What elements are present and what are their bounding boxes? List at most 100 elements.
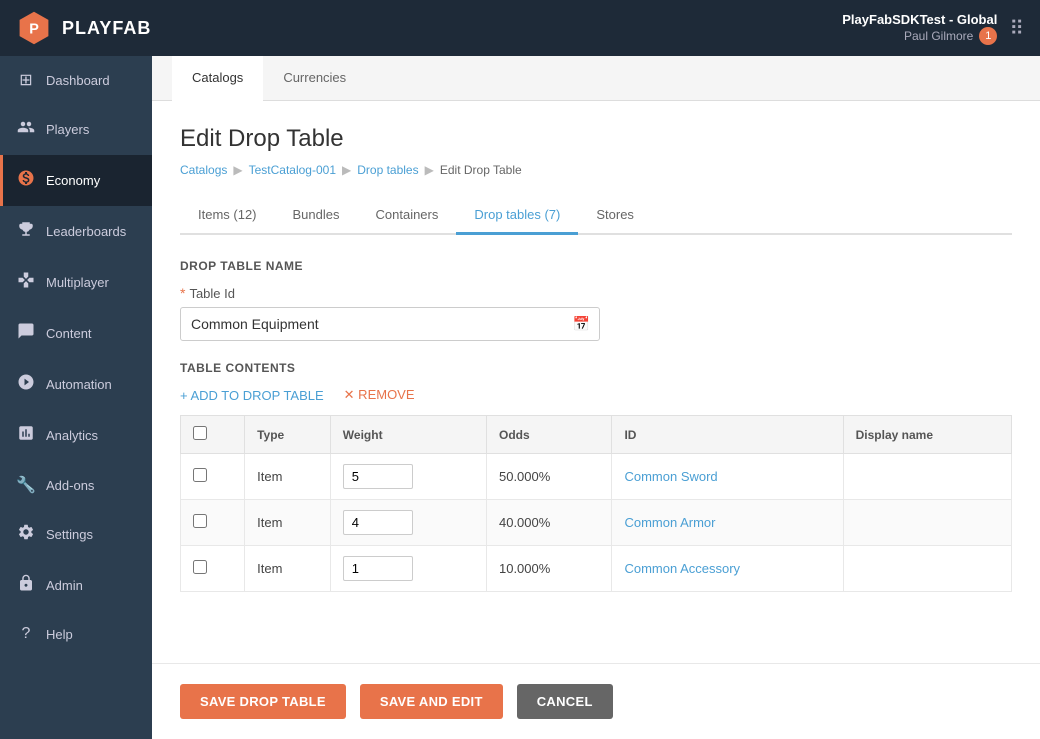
header-user-sub: Paul Gilmore 1: [842, 27, 997, 45]
row-1-type: Item: [245, 454, 331, 500]
table-row: Item 50.000% Common Sword: [181, 454, 1012, 500]
required-star: *: [180, 285, 185, 301]
content-area: Catalogs Currencies Edit Drop Table Cata…: [152, 56, 1040, 739]
sidebar-item-addons[interactable]: 🔧 Add-ons: [0, 461, 152, 509]
row-2-id-link[interactable]: Common Armor: [624, 515, 715, 530]
breadcrumb: Catalogs ▶ TestCatalog-001 ▶ Drop tables…: [180, 163, 1012, 177]
select-all-checkbox[interactable]: [193, 426, 207, 440]
row-1-odds: 50.000%: [486, 454, 611, 500]
field-table-id-label: * Table Id: [180, 285, 1012, 301]
admin-icon: [16, 574, 36, 597]
row-checkbox-cell: [181, 500, 245, 546]
tab-droptables[interactable]: Drop tables (7): [456, 197, 578, 235]
section-table-contents: TABLE CONTENTS: [180, 361, 1012, 375]
remove-button[interactable]: ✕ REMOVE: [344, 387, 415, 403]
sidebar-item-label: Content: [46, 326, 92, 341]
col-checkbox: [181, 416, 245, 454]
breadcrumb-sep-1: ▶: [233, 163, 242, 177]
row-checkbox-cell: [181, 546, 245, 592]
main-layout: ⊞ Dashboard Players Economy Leaderboards: [0, 56, 1040, 739]
cancel-button[interactable]: CANCEL: [517, 684, 613, 719]
footer-actions: SAVE DROP TABLE SAVE AND EDIT CANCEL: [152, 663, 1040, 739]
add-to-drop-table-button[interactable]: + ADD TO DROP TABLE: [180, 388, 324, 403]
row-3-id-link[interactable]: Common Accessory: [624, 561, 740, 576]
col-display-name: Display name: [843, 416, 1011, 454]
tab-containers[interactable]: Containers: [358, 197, 457, 235]
row-3-type: Item: [245, 546, 331, 592]
sidebar-item-dashboard[interactable]: ⊞ Dashboard: [0, 56, 152, 104]
row-2-display-name: [843, 500, 1011, 546]
sidebar-item-help[interactable]: ? Help: [0, 611, 152, 657]
row-2-weight-input[interactable]: [343, 510, 413, 535]
analytics-icon: [16, 424, 36, 447]
sidebar-item-multiplayer[interactable]: Multiplayer: [0, 257, 152, 308]
row-3-odds: 10.000%: [486, 546, 611, 592]
sidebar-item-economy[interactable]: Economy: [0, 155, 152, 206]
sidebar-item-automation[interactable]: Automation: [0, 359, 152, 410]
row-3-display-name: [843, 546, 1011, 592]
sidebar-item-label: Automation: [46, 377, 112, 392]
settings-icon: [16, 523, 36, 546]
row-1-display-name: [843, 454, 1011, 500]
row-2-id: Common Armor: [612, 500, 843, 546]
tab-catalogs[interactable]: Catalogs: [172, 56, 263, 101]
grid-icon[interactable]: ⠿: [1009, 16, 1024, 41]
table-actions: + ADD TO DROP TABLE ✕ REMOVE: [180, 387, 1012, 403]
save-and-edit-button[interactable]: SAVE AND EDIT: [360, 684, 503, 719]
drop-table-contents: Type Weight Odds ID Display name Item 50…: [180, 415, 1012, 592]
logo-icon: P: [16, 10, 52, 46]
breadcrumb-testcatalog[interactable]: TestCatalog-001: [249, 163, 336, 177]
row-3-weight-input[interactable]: [343, 556, 413, 581]
col-weight: Weight: [330, 416, 486, 454]
automation-icon: [16, 373, 36, 396]
tab-stores[interactable]: Stores: [578, 197, 652, 235]
table-id-wrapper: 📅: [180, 307, 600, 341]
row-3-checkbox[interactable]: [193, 560, 207, 574]
notification-badge[interactable]: 1: [979, 27, 997, 45]
sidebar-item-content[interactable]: Content: [0, 308, 152, 359]
row-2-weight: [330, 500, 486, 546]
table-row: Item 10.000% Common Accessory: [181, 546, 1012, 592]
tab-items[interactable]: Items (12): [180, 197, 275, 235]
row-1-checkbox[interactable]: [193, 468, 207, 482]
logo-area: P PLAYFAB: [16, 10, 151, 46]
sidebar-item-players[interactable]: Players: [0, 104, 152, 155]
tab-bundles[interactable]: Bundles: [275, 197, 358, 235]
row-3-id: Common Accessory: [612, 546, 843, 592]
row-1-weight: [330, 454, 486, 500]
col-id: ID: [612, 416, 843, 454]
section-drop-table-name: DROP TABLE NAME: [180, 259, 1012, 273]
sidebar-item-label: Leaderboards: [46, 224, 126, 239]
sidebar-item-label: Analytics: [46, 428, 98, 443]
sidebar-item-leaderboards[interactable]: Leaderboards: [0, 206, 152, 257]
calendar-icon: 📅: [573, 316, 590, 333]
svg-text:P: P: [29, 21, 39, 37]
breadcrumb-droptables[interactable]: Drop tables: [357, 163, 418, 177]
multiplayer-icon: [16, 271, 36, 294]
sidebar-item-label: Settings: [46, 527, 93, 542]
breadcrumb-current: Edit Drop Table: [440, 163, 522, 177]
row-2-checkbox[interactable]: [193, 514, 207, 528]
header-right: PlayFabSDKTest - Global Paul Gilmore 1 ⠿: [842, 12, 1024, 45]
col-odds: Odds: [486, 416, 611, 454]
breadcrumb-catalogs[interactable]: Catalogs: [180, 163, 227, 177]
col-type: Type: [245, 416, 331, 454]
save-drop-table-button[interactable]: SAVE DROP TABLE: [180, 684, 346, 719]
sidebar-item-label: Economy: [46, 173, 100, 188]
sidebar-item-label: Help: [46, 627, 73, 642]
table-id-input[interactable]: [180, 307, 600, 341]
sidebar-item-admin[interactable]: Admin: [0, 560, 152, 611]
page-content: Edit Drop Table Catalogs ▶ TestCatalog-0…: [152, 101, 1040, 663]
row-3-weight: [330, 546, 486, 592]
tab-currencies[interactable]: Currencies: [263, 56, 366, 101]
app-name: PLAYFAB: [62, 18, 151, 39]
sidebar-item-label: Players: [46, 122, 89, 137]
row-1-id-link[interactable]: Common Sword: [624, 469, 717, 484]
sidebar-item-analytics[interactable]: Analytics: [0, 410, 152, 461]
row-1-weight-input[interactable]: [343, 464, 413, 489]
sidebar-item-settings[interactable]: Settings: [0, 509, 152, 560]
sidebar-item-label: Add-ons: [46, 478, 94, 493]
leaderboards-icon: [16, 220, 36, 243]
addons-icon: 🔧: [16, 475, 36, 495]
players-icon: [16, 118, 36, 141]
